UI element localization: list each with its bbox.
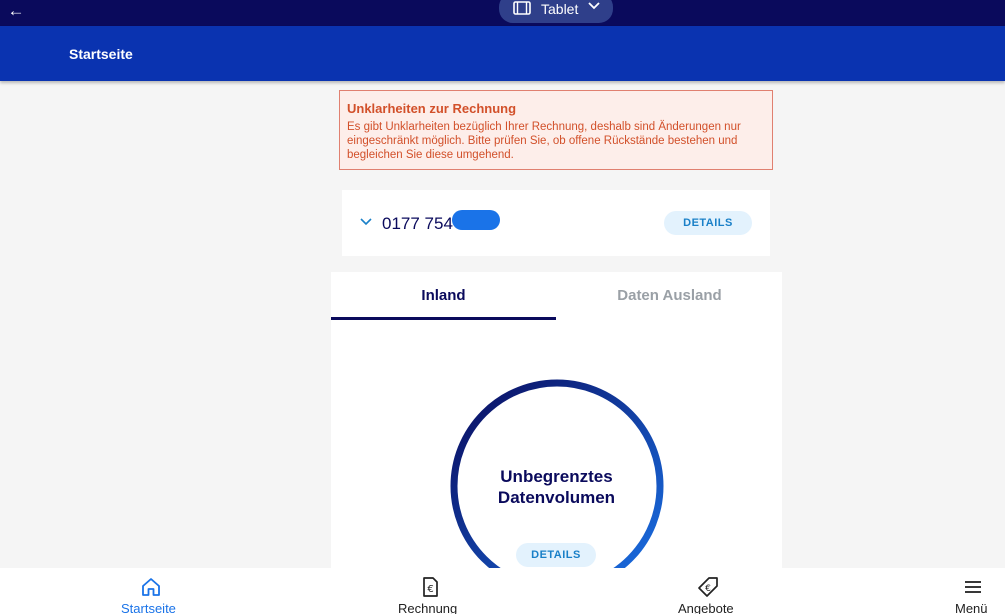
data-usage-panel: Inland Daten Ausland Unbegrenztes Datenv…	[331, 272, 782, 593]
nav-item-angebote[interactable]: € Angebote	[658, 568, 758, 614]
alert-title: Unklarheiten zur Rechnung	[347, 101, 517, 116]
gauge-details-button[interactable]: DETAILS	[516, 543, 596, 567]
device-selector[interactable]: Tablet	[499, 0, 613, 23]
menu-icon	[965, 581, 981, 593]
offers-tag-icon: €	[698, 577, 718, 597]
top-bar: ← Tablet	[0, 0, 1005, 26]
page-title: Startseite	[69, 46, 133, 62]
phone-number-card[interactable]: 0177 754 DETAILS	[342, 190, 770, 256]
tablet-icon	[513, 1, 531, 15]
nav-label-angebote: Angebote	[678, 601, 734, 614]
bottom-navigation: Startseite € Rechnung € Angebote Menü	[0, 568, 1005, 614]
phone-number: 0177 754	[382, 214, 453, 233]
nav-item-menu[interactable]: Menü	[935, 568, 1005, 614]
nav-label-menu: Menü	[955, 601, 988, 614]
nav-label-rechnung: Rechnung	[398, 601, 458, 614]
gauge-label: Unbegrenztes Datenvolumen	[331, 466, 782, 508]
redaction-mark	[452, 210, 500, 230]
chevron-down-icon[interactable]	[360, 218, 372, 226]
alert-body: Es gibt Unklarheiten bezüglich Ihrer Rec…	[347, 121, 741, 161]
number-details-button[interactable]: DETAILS	[664, 211, 752, 235]
tab-inland[interactable]: Inland	[331, 272, 556, 320]
gauge-label-line2: Datenvolumen	[497, 488, 616, 507]
svg-text:€: €	[705, 584, 711, 594]
home-icon	[142, 578, 160, 596]
nav-label-startseite: Startseite	[121, 601, 176, 614]
svg-text:€: €	[427, 584, 433, 595]
arrow-left-icon[interactable]: ←	[6, 1, 26, 21]
nav-item-startseite[interactable]: Startseite	[101, 568, 201, 614]
gauge-label-line1: Unbegrenztes	[500, 467, 613, 486]
billing-alert: Unklarheiten zur Rechnung Es gibt Unklar…	[339, 90, 773, 170]
chevron-down-icon	[588, 2, 600, 10]
nav-item-rechnung[interactable]: € Rechnung	[380, 568, 480, 614]
tab-daten-ausland[interactable]: Daten Ausland	[557, 272, 782, 320]
app-bar: Startseite	[0, 26, 1005, 81]
device-selector-label: Tablet	[541, 1, 579, 17]
invoice-icon: €	[423, 577, 438, 597]
